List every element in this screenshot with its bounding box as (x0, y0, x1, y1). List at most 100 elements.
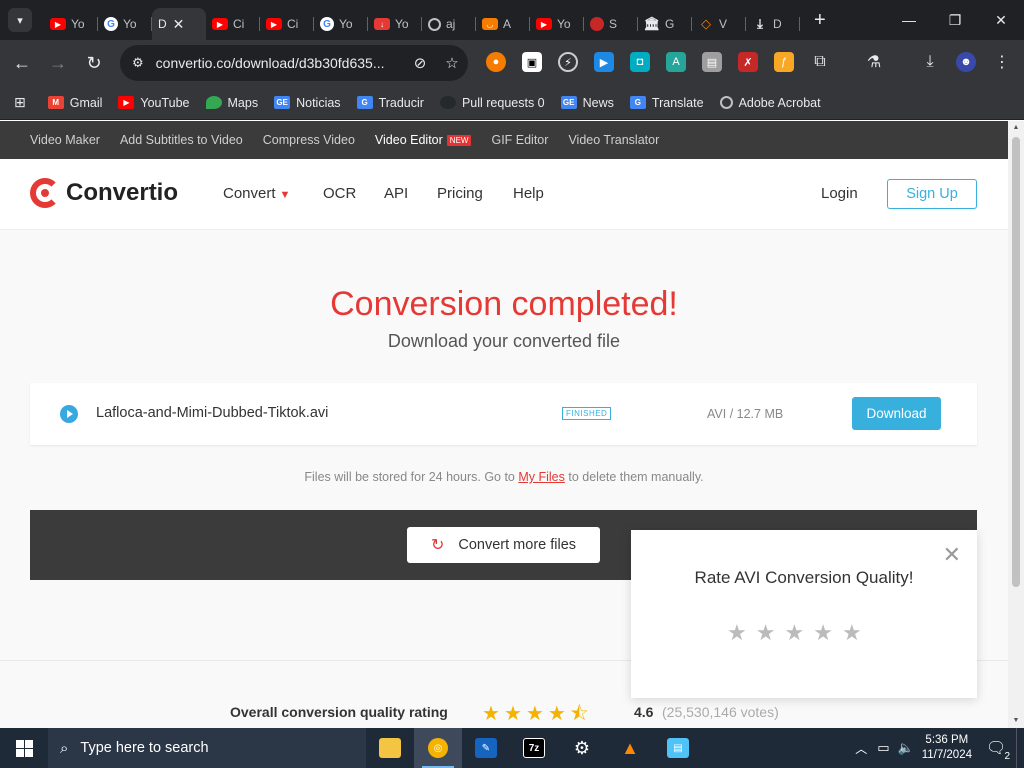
tab[interactable]: ◡ A (476, 8, 530, 40)
tab[interactable]: S (584, 8, 638, 40)
tab[interactable]: ▶ Ci (260, 8, 314, 40)
topnav-gif-editor[interactable]: GIF Editor (491, 133, 548, 147)
chevron-up-icon[interactable]: ︿ (855, 740, 867, 757)
settings-app[interactable]: ⚙ (558, 728, 606, 768)
extension-icon[interactable]: ▤ (702, 52, 722, 72)
topnav-video-translator[interactable]: Video Translator (568, 133, 659, 147)
extension-icon[interactable]: ▣ (522, 52, 542, 72)
star-icon[interactable]: ★ (842, 620, 871, 645)
tab[interactable]: ▶ Yo (530, 8, 584, 40)
bookmark-adobe-acrobat[interactable]: Adobe Acrobat (719, 96, 821, 110)
tab[interactable]: ▶ Ci (206, 8, 260, 40)
nav-help[interactable]: Help (513, 185, 544, 202)
browser-tab-strip: ▾ ▶ Yo G Yo D ✕ ▶ Ci ▶ Ci G Yo ↓ Yo aj ◡ A ▶ Yo S… (0, 0, 1024, 40)
notifications-button[interactable]: 🗨 2 (986, 738, 1010, 762)
tab[interactable]: ↓ Yo (368, 8, 422, 40)
topnav-video-maker[interactable]: Video Maker (30, 133, 100, 147)
scrollbar-thumb[interactable] (1012, 137, 1020, 587)
nav-ocr[interactable]: OCR (323, 185, 356, 202)
extension-icon[interactable]: ◘ (630, 52, 650, 72)
avatar[interactable]: ☻ (956, 52, 976, 72)
close-tab-icon[interactable]: ✕ (173, 16, 185, 33)
sign-up-button[interactable]: Sign Up (887, 179, 977, 209)
download-button[interactable]: Download (852, 397, 941, 430)
show-desktop-button[interactable] (1016, 728, 1024, 768)
flask-icon[interactable]: ⚗ (864, 52, 884, 72)
bookmark-news[interactable]: GE News (560, 96, 614, 110)
bookmark-pull-requests[interactable]: Pull requests 0 (439, 96, 545, 110)
new-tab-button[interactable]: + (814, 9, 826, 32)
scroll-down-icon[interactable]: ▼ (1008, 714, 1024, 728)
restore-button[interactable]: ❐ (932, 0, 978, 40)
extension-icon[interactable]: ⚡ (558, 52, 578, 72)
tab-search-menu-button[interactable]: ▾ (8, 8, 32, 32)
topnav-add-subtitles[interactable]: Add Subtitles to Video (120, 133, 243, 147)
extension-icon[interactable]: A (666, 52, 686, 72)
chrome-canary-app[interactable]: ◎ (414, 728, 462, 768)
folder-icon (379, 738, 401, 758)
extension-icon[interactable]: ▶ (594, 52, 614, 72)
star-icon[interactable]: ★ (813, 620, 842, 645)
topnav-video-editor[interactable]: Video Editor NEW (375, 133, 472, 147)
nav-convert[interactable]: Convert ▼ (223, 185, 290, 202)
notepad-app[interactable]: ▤ (654, 728, 702, 768)
taskbar-search[interactable]: ⌕ Type here to search (48, 728, 366, 768)
globe-icon (719, 96, 733, 109)
bookmark-traducir[interactable]: G Traducir (356, 96, 424, 110)
apps-grid-icon[interactable]: ⊞ (14, 94, 26, 111)
login-link[interactable]: Login (821, 185, 858, 202)
page-scrollbar[interactable]: ▲ ▼ (1008, 121, 1024, 728)
google-icon: G (320, 17, 334, 31)
my-files-link[interactable]: My Files (518, 470, 565, 484)
extension-icon[interactable]: ✗ (738, 52, 758, 72)
url-text[interactable]: convertio.co/download/d3b30fd635... (156, 55, 404, 71)
star-icon[interactable]: ★ (784, 620, 813, 645)
tab[interactable]: ⤓ D (746, 8, 800, 40)
extension-icon[interactable]: ● (486, 52, 506, 72)
convertio-logo[interactable]: Convertio (30, 178, 178, 208)
nav-pricing[interactable]: Pricing (437, 185, 483, 202)
youtube-icon: ▶ (266, 18, 282, 30)
tab[interactable]: ▶ Yo (44, 8, 98, 40)
extension-icon[interactable]: ƒ (774, 52, 794, 72)
forward-button[interactable]: → (40, 45, 76, 81)
tab[interactable]: G Yo (98, 8, 152, 40)
7zip-app[interactable]: 7z (510, 728, 558, 768)
tab[interactable]: ◇ V (692, 8, 746, 40)
bookmark-gmail[interactable]: M Gmail (47, 96, 102, 110)
paint-app[interactable]: ✎ (462, 728, 510, 768)
clock[interactable]: 5:36 PM 11/7/2024 (922, 733, 972, 763)
download-icon[interactable]: ⤓ (920, 52, 940, 72)
tab[interactable]: G Yo (314, 8, 368, 40)
star-icon[interactable]: ★ (756, 620, 785, 645)
site-info-icon[interactable]: ⚙ (132, 55, 144, 71)
bookmark-translate[interactable]: G Translate (629, 96, 704, 110)
puzzle-icon[interactable]: ⧉ (810, 52, 830, 72)
volume-icon[interactable]: 🔈 (898, 740, 914, 756)
bookmark-noticias[interactable]: GE Noticias (274, 96, 341, 110)
vlc-app[interactable]: ▲ (606, 728, 654, 768)
minimize-button[interactable]: — (886, 0, 932, 40)
nav-api[interactable]: API (384, 185, 408, 202)
tab-active[interactable]: D ✕ (152, 8, 206, 40)
play-icon[interactable] (60, 405, 78, 423)
bookmark-maps[interactable]: Maps (205, 96, 258, 110)
address-bar[interactable]: ⚙ convertio.co/download/d3b30fd635... ⊘ … (120, 45, 468, 81)
tab[interactable]: aj (422, 8, 476, 40)
menu-dots-icon[interactable]: ⋮ (992, 52, 1012, 72)
close-icon[interactable]: ✕ (943, 542, 961, 568)
file-explorer-app[interactable] (366, 728, 414, 768)
start-button[interactable] (0, 728, 48, 768)
scroll-up-icon[interactable]: ▲ (1008, 121, 1024, 135)
star-icon[interactable]: ★ (727, 620, 756, 645)
topnav-compress-video[interactable]: Compress Video (263, 133, 355, 147)
convert-more-files-button[interactable]: ↻ Convert more files (407, 527, 600, 563)
close-window-button[interactable]: ✕ (978, 0, 1024, 40)
tab[interactable]: 🏛 G (638, 8, 692, 40)
network-icon[interactable]: ▭ (877, 740, 889, 756)
reload-button[interactable]: ↻ (76, 45, 112, 81)
bookmark-youtube[interactable]: ▶ YouTube (118, 96, 190, 110)
eye-off-icon[interactable]: ⊘ (404, 54, 436, 72)
bookmark-star-icon[interactable]: ☆ (436, 54, 468, 72)
back-button[interactable]: ← (4, 45, 40, 81)
